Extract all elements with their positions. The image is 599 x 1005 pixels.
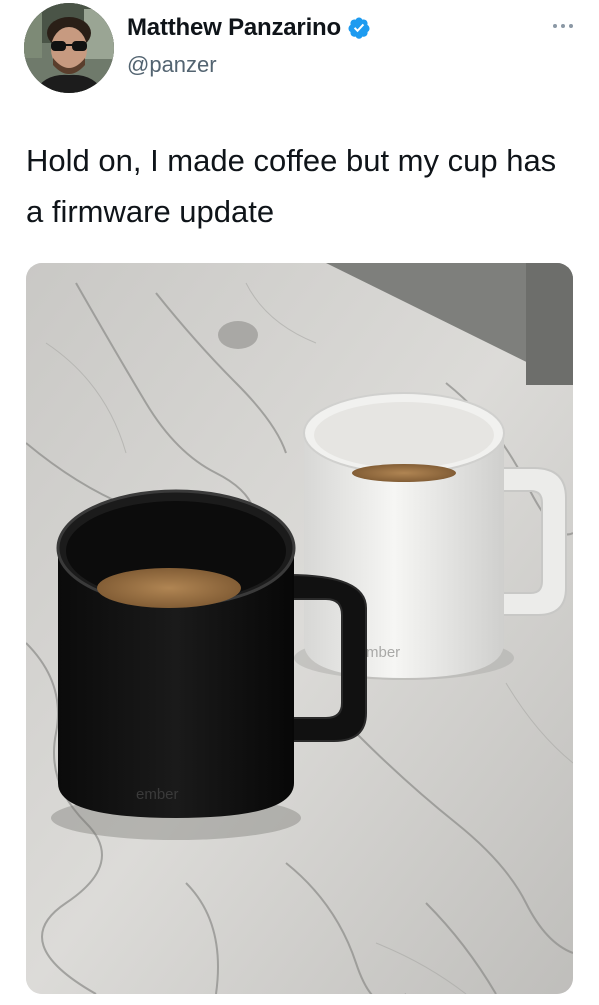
author-name-row: Matthew Panzarino [127, 14, 371, 42]
more-horizontal-icon[interactable] [553, 24, 573, 28]
white-mug-logo: mber [366, 644, 400, 661]
display-name[interactable]: Matthew Panzarino [127, 14, 341, 42]
avatar-image [24, 3, 114, 93]
black-mug-logo: ember [136, 786, 179, 803]
tweet-text: Hold on, I made coffee but my cup has a … [26, 143, 557, 229]
author-handle[interactable]: @panzer [127, 52, 217, 78]
tweet-photo[interactable]: mber ember [26, 263, 573, 994]
tweet-header: Matthew Panzarino @panzer [0, 0, 599, 100]
verified-badge-icon [348, 17, 370, 39]
photo-mugs-on-marble: mber ember [26, 263, 573, 994]
avatar[interactable] [24, 3, 114, 93]
